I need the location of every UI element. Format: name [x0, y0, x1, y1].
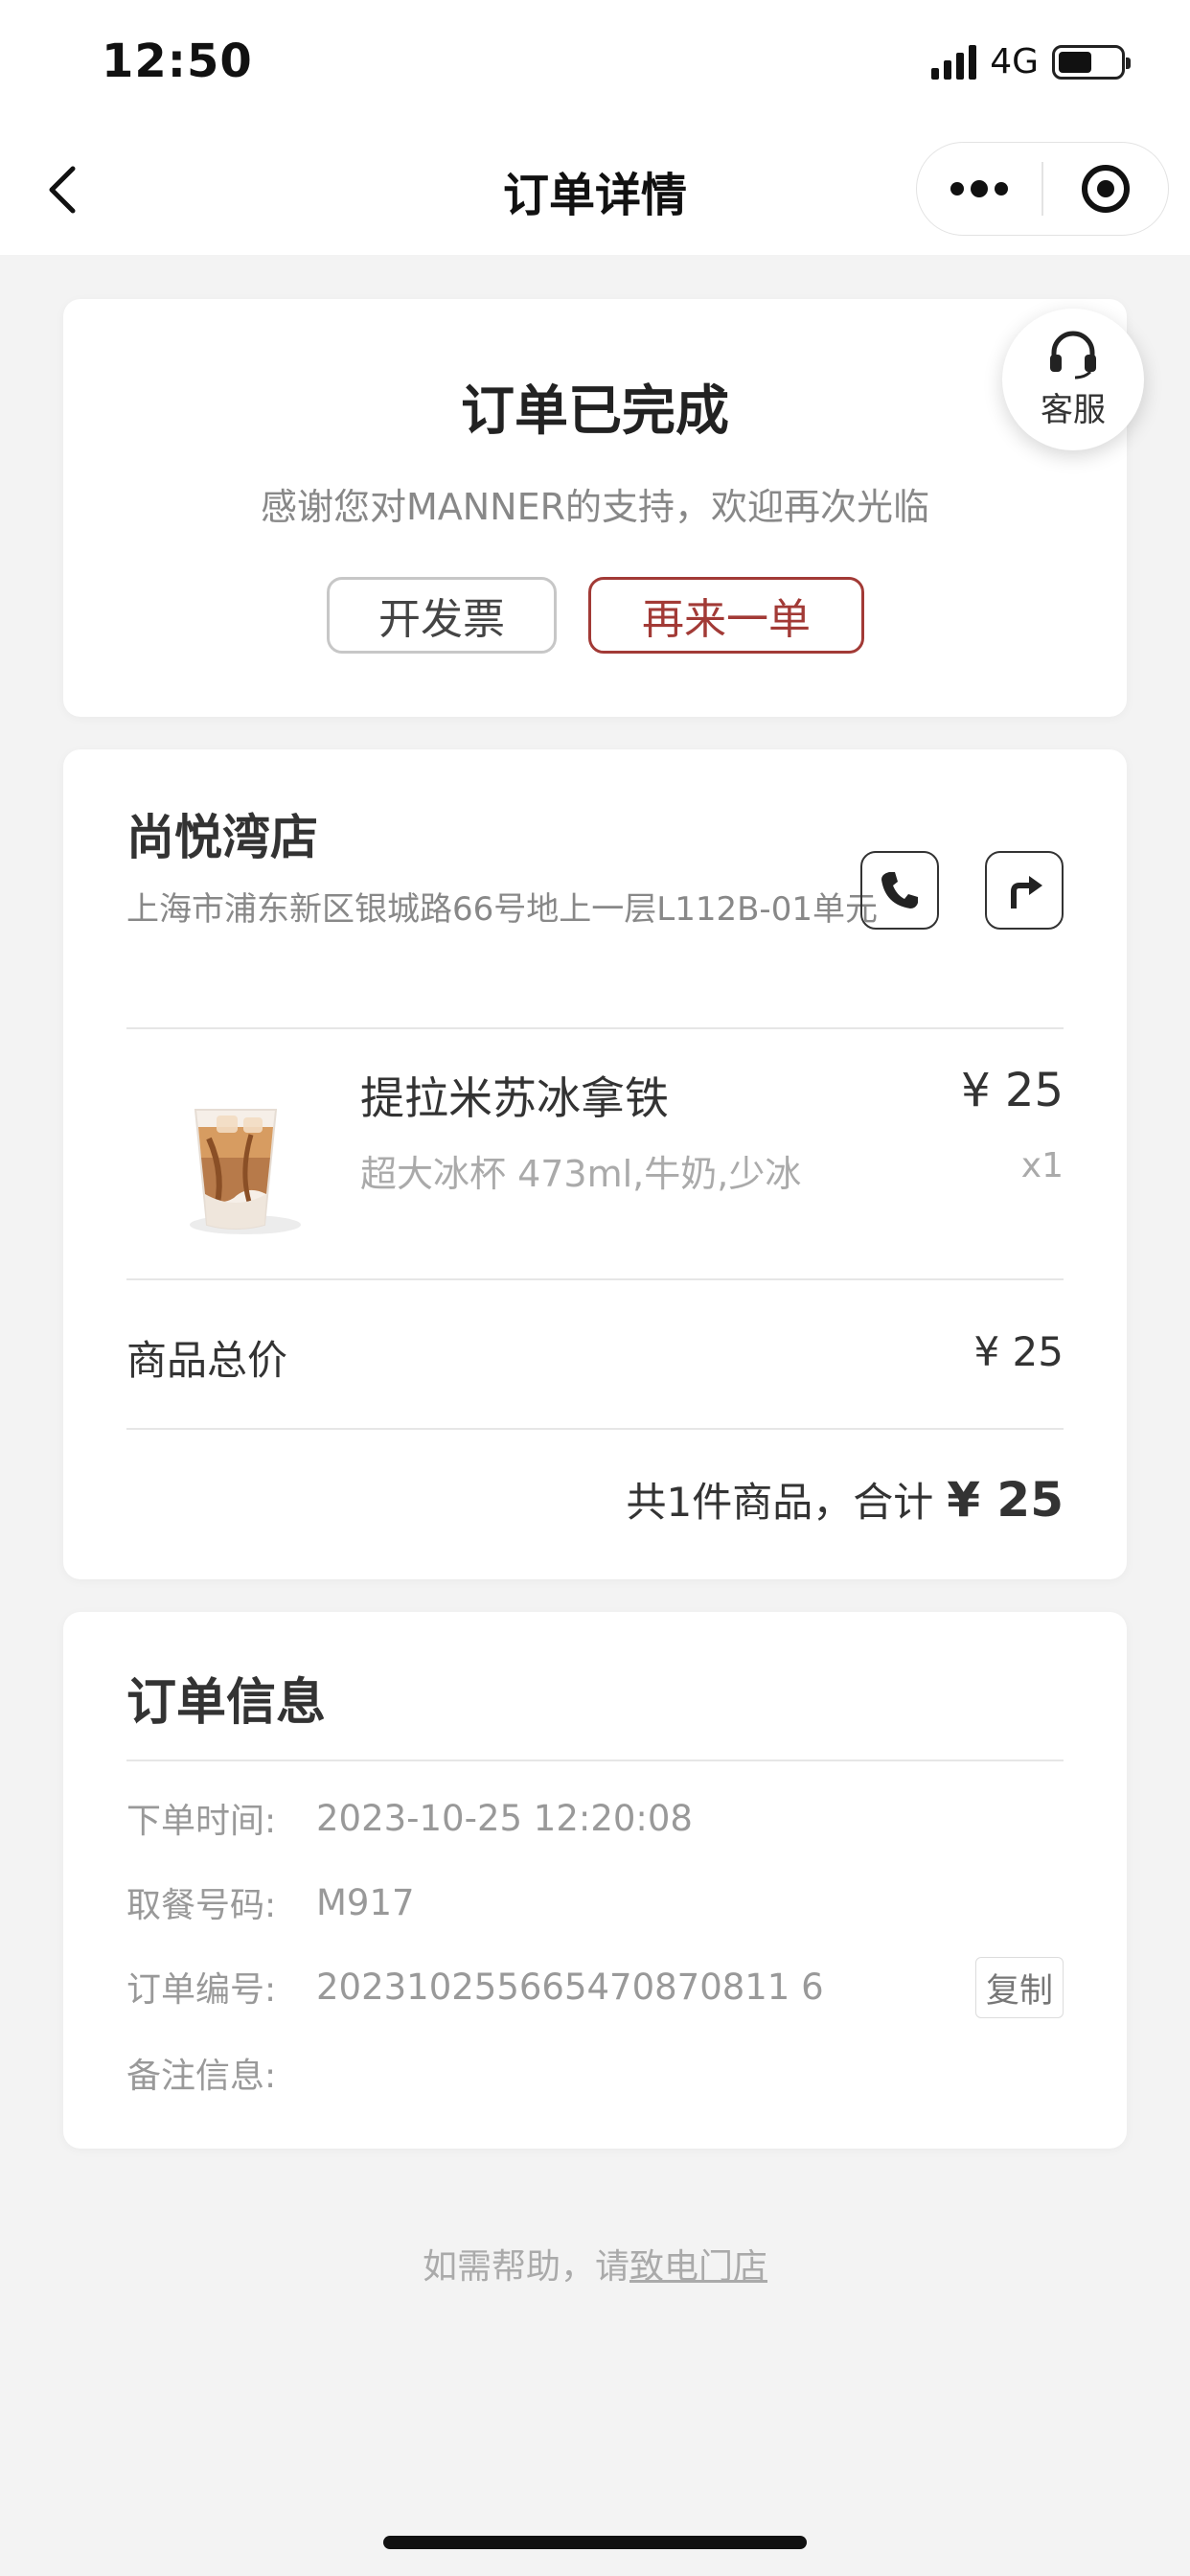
divider — [126, 1760, 1064, 1761]
status-time: 12:50 — [102, 34, 253, 88]
product-name: 提拉米苏冰拿铁 — [360, 1072, 669, 1124]
copy-order-number-button[interactable]: 复制 — [975, 1957, 1064, 2018]
info-label: 备注信息: — [126, 2057, 277, 2096]
product-price: ¥ 25 — [961, 1064, 1064, 1117]
route-arrow-icon — [1011, 876, 1042, 908]
divider — [126, 1027, 1064, 1029]
info-row-order-time: 下单时间: 2023-10-25 12:20:08 — [126, 1784, 1064, 1852]
help-text: 如需帮助，请致电门店 — [0, 2239, 1190, 2288]
order-info-card: 订单信息 下单时间: 2023-10-25 12:20:08 取餐号码: M91… — [63, 1612, 1127, 2149]
phone-icon — [881, 872, 918, 908]
store-order-card: 尚悦湾店 上海市浦东新区银城路66号地上一层L112B-01单元 提拉米苏冰拿铁… — [63, 749, 1127, 1579]
info-label: 取餐号码: — [126, 1886, 277, 1925]
mini-program-capsule — [916, 142, 1169, 236]
product-spec: 超大冰杯 473ml,牛奶,少冰 — [360, 1153, 802, 1195]
customer-service-label: 客服 — [1041, 390, 1106, 429]
info-row-order-number: 订单编号: 202310255665470870811 6 复制 — [126, 1953, 1064, 2020]
top-bar: 12:50 4G 订单详情 — [0, 0, 1190, 255]
order-info-title: 订单信息 — [126, 1674, 327, 1732]
call-store-button[interactable] — [860, 851, 939, 930]
order-number-value: 202310255665470870811 6 — [316, 1966, 824, 2008]
order-summary: 共1件商品，合计 ¥ 25 — [626, 1470, 1064, 1529]
pickup-code-value: M917 — [316, 1881, 415, 1923]
info-row-remarks: 备注信息: — [126, 2039, 1064, 2106]
battery-icon — [1052, 44, 1131, 80]
info-label: 订单编号: — [126, 1970, 277, 2010]
info-label: 下单时间: — [126, 1802, 277, 1841]
iced-latte-cup-icon — [190, 1109, 301, 1234]
help-prefix: 如需帮助，请 — [422, 2247, 629, 2287]
store-name: 尚悦湾店 — [126, 810, 318, 865]
divider — [126, 1428, 1064, 1430]
summary-amount: ¥ 25 — [947, 1472, 1064, 1528]
home-indicator[interactable] — [383, 2536, 807, 2549]
order-status-title: 订单已完成 — [461, 380, 729, 443]
product-image — [159, 1081, 312, 1244]
status-indicators: 4G — [931, 42, 1131, 81]
invoice-button[interactable]: 开发票 — [327, 577, 557, 654]
store-address: 上海市浦东新区银城路66号地上一层L112B-01单元 — [126, 890, 878, 929]
product-quantity: x1 — [1020, 1146, 1064, 1185]
reorder-button[interactable]: 再来一单 — [588, 577, 864, 654]
headset-icon — [1050, 331, 1096, 379]
info-row-pickup-code: 取餐号码: M917 — [126, 1869, 1064, 1936]
order-time-value: 2023-10-25 12:20:08 — [316, 1797, 693, 1839]
summary-text: 共1件商品，合计 — [626, 1479, 934, 1526]
order-status-card: 订单已完成 感谢您对MANNER的支持，欢迎再次光临 开发票 再来一单 — [63, 299, 1127, 717]
call-store-link[interactable]: 致电门店 — [629, 2247, 767, 2287]
close-mini-program-button[interactable] — [1043, 143, 1168, 235]
goods-total-label: 商品总价 — [126, 1337, 288, 1384]
goods-total-value: ¥ 25 — [973, 1328, 1064, 1375]
signal-icon — [931, 44, 977, 80]
navigate-to-store-button[interactable] — [985, 851, 1064, 930]
divider — [126, 1278, 1064, 1280]
network-type: 4G — [990, 42, 1039, 81]
order-status-subtitle: 感谢您对MANNER的支持，欢迎再次光临 — [260, 486, 930, 528]
more-dots-icon — [950, 180, 1009, 197]
more-button[interactable] — [917, 143, 1041, 235]
battery-level — [1059, 51, 1092, 73]
target-circle-icon — [1081, 165, 1130, 213]
customer-service-button[interactable]: 客服 — [1002, 309, 1144, 450]
